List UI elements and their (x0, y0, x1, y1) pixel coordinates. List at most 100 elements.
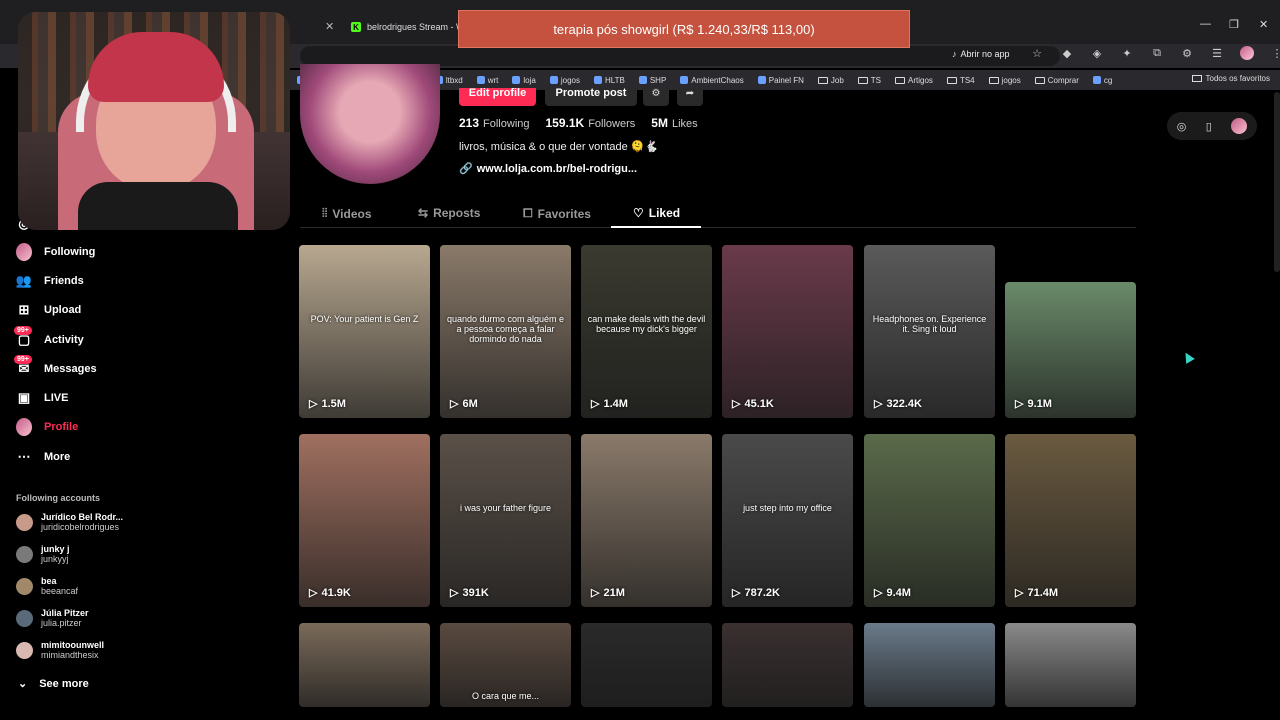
account-handle: juridicobelrodrigues (41, 522, 120, 532)
bookmark-item[interactable]: TS4 (940, 76, 982, 85)
bookmark-favicon-icon (638, 76, 647, 84)
view-count: 41.9K (321, 586, 351, 599)
restore-icon[interactable]: ❐ (1229, 18, 1239, 31)
bookmark-item[interactable]: wrt (470, 76, 506, 85)
sidebar-item-more[interactable]: ⋯ More (16, 449, 71, 465)
bookmark-item[interactable]: TS (851, 76, 888, 85)
following-account-item[interactable]: junky j junkyyj (16, 544, 70, 564)
sidebar-item-profile[interactable]: Profile (16, 418, 78, 436)
sidebar-item-live[interactable]: ▣ LIVE (16, 390, 69, 406)
bookmark-item[interactable]: Artigos (888, 76, 940, 85)
sidebar-item-label: Activity (44, 334, 84, 346)
bookmark-favicon-icon (476, 76, 485, 84)
address-bar[interactable] (300, 46, 1060, 66)
bookmark-item[interactable]: Job (811, 76, 851, 85)
promote-post-button[interactable]: Promote post (545, 88, 637, 106)
tab-liked[interactable]: ♡ Liked (633, 206, 680, 220)
video-caption: quando durmo com alguém e a pessoa começ… (446, 314, 565, 344)
bookmark-item[interactable]: Comprar (1028, 76, 1086, 85)
star-icon[interactable]: ☆ (1030, 47, 1044, 60)
share-icon[interactable]: ➦ (677, 88, 703, 106)
bookmark-item[interactable]: jogos (982, 76, 1028, 85)
video-card[interactable]: Headphones on. Experience it. Sing it lo… (864, 245, 995, 418)
messages-badge: 99+ (14, 355, 32, 364)
browser-menu-icon[interactable]: ⋮ (1270, 47, 1280, 60)
sidebar-item-label: Messages (44, 363, 97, 375)
video-card[interactable]: O cara que me... (440, 623, 571, 707)
bookmark-item[interactable]: Painel FN (751, 76, 811, 85)
bookmark-label: jogos (1001, 75, 1021, 85)
extension-2-icon[interactable]: ◈ (1090, 47, 1104, 60)
reading-list-icon[interactable]: ☰ (1210, 47, 1224, 60)
video-card[interactable] (1005, 623, 1136, 707)
video-card[interactable] (581, 623, 712, 707)
settings-icon[interactable]: ⚙ (643, 88, 669, 106)
bookmark-item[interactable]: loja (505, 76, 542, 85)
edit-profile-button[interactable]: Edit profile (459, 88, 536, 106)
video-card[interactable]: ▷ 21M (581, 434, 712, 607)
following-account-item[interactable]: Júlia Pitzer julia.pitzer (16, 608, 89, 628)
bookmark-label: AmbientChaos (691, 75, 744, 85)
followers-stat[interactable]: 159.1K Followers (546, 116, 636, 130)
sidebar-item-activity[interactable]: ▢ 99+ Activity (14, 326, 84, 348)
tab-reposts[interactable]: ⇆ Reposts (418, 206, 480, 220)
video-card[interactable]: ▷ 9.1M (1005, 282, 1136, 418)
following-account-item[interactable]: mimitoounwell mimiandthesix (16, 640, 104, 660)
sidebar-item-upload[interactable]: ⊞ Upload (16, 302, 82, 318)
upload-icon: ⊞ (18, 302, 30, 317)
likes-count: 5M (651, 116, 668, 130)
user-avatar[interactable] (1231, 118, 1248, 134)
webcam-overlay (18, 12, 290, 230)
video-card[interactable] (864, 623, 995, 707)
link-icon: 🔗 (459, 163, 473, 175)
video-card[interactable]: ▷ 41.9K (299, 434, 430, 607)
browser-profile-avatar[interactable] (1240, 46, 1254, 60)
extension-3-icon[interactable]: ✦ (1120, 47, 1134, 60)
following-stat[interactable]: 213 Following (459, 116, 530, 130)
see-more-button[interactable]: ⌄ See more (18, 677, 89, 691)
compass-icon[interactable]: ◎ (1177, 120, 1187, 133)
avatar (16, 513, 33, 531)
video-card[interactable]: i was your father figure ▷ 391K (440, 434, 571, 607)
following-account-item[interactable]: Jurídico Bel Rodr... juridicobelrodrigues (16, 512, 123, 532)
page-scrollbar[interactable] (1274, 92, 1280, 272)
extension-4-icon[interactable]: ⚙ (1180, 47, 1194, 60)
video-card[interactable]: can make deals with the devil because my… (581, 245, 712, 418)
bookmark-item[interactable]: jogos (543, 76, 587, 85)
grid-icon: ⦙⦙ (322, 206, 328, 220)
bookmark-item[interactable]: SHP (632, 76, 673, 85)
browser-tab[interactable]: K belrodrigues Stream - Wat (345, 14, 472, 40)
minimize-icon[interactable]: — (1200, 18, 1211, 30)
bookmark-favicon-icon (593, 76, 602, 84)
following-account-item[interactable]: bea beeancaf (16, 576, 78, 596)
video-card[interactable]: ▷ 9.4M (864, 434, 995, 607)
folder-icon (1191, 75, 1202, 82)
phone-icon[interactable]: ▯ (1206, 120, 1212, 133)
video-card[interactable]: just step into my office ▷ 787.2K (722, 434, 853, 607)
bookmark-item[interactable]: HLTB (587, 76, 632, 85)
sidebar-item-following[interactable]: Following (16, 243, 95, 261)
sidebar-item-friends[interactable]: 👥 Friends (16, 273, 84, 289)
extensions-puzzle-icon[interactable]: ⧉ (1150, 47, 1164, 60)
video-card[interactable]: POV: Your patient is Gen Z ▷ 1.5M (299, 245, 430, 418)
following-label: Following (483, 118, 530, 130)
tab-favorites[interactable]: ⧠ Favorites (523, 206, 591, 221)
open-in-app-button[interactable]: ♪ Abrir no app (952, 49, 1010, 59)
profile-link[interactable]: 🔗 www.lolja.com.br/bel-rodrigu... (459, 162, 637, 176)
live-icon: ▣ (17, 390, 31, 405)
video-card[interactable]: ▷ 45.1K (722, 245, 853, 418)
video-card[interactable] (299, 623, 430, 707)
extension-1-icon[interactable]: ◆ (1060, 47, 1074, 60)
tab-videos[interactable]: ⦙⦙ Videos (322, 206, 372, 221)
video-card[interactable]: quando durmo com alguém e a pessoa começ… (440, 245, 571, 418)
close-window-icon[interactable]: ✕ (1259, 18, 1268, 31)
profile-avatar[interactable] (300, 64, 440, 184)
sidebar-item-label: Upload (44, 304, 82, 316)
video-card[interactable]: ▷ 71.4M (1005, 434, 1136, 607)
bookmark-item[interactable]: cg (1086, 76, 1119, 85)
all-bookmarks[interactable]: Todos os favoritos (1191, 74, 1270, 83)
video-card[interactable] (722, 623, 853, 707)
tab-close-icon[interactable]: ✕ (325, 20, 334, 33)
bookmark-item[interactable]: AmbientChaos (673, 76, 750, 85)
sidebar-item-messages[interactable]: ✉ 99+ Messages (14, 355, 97, 377)
